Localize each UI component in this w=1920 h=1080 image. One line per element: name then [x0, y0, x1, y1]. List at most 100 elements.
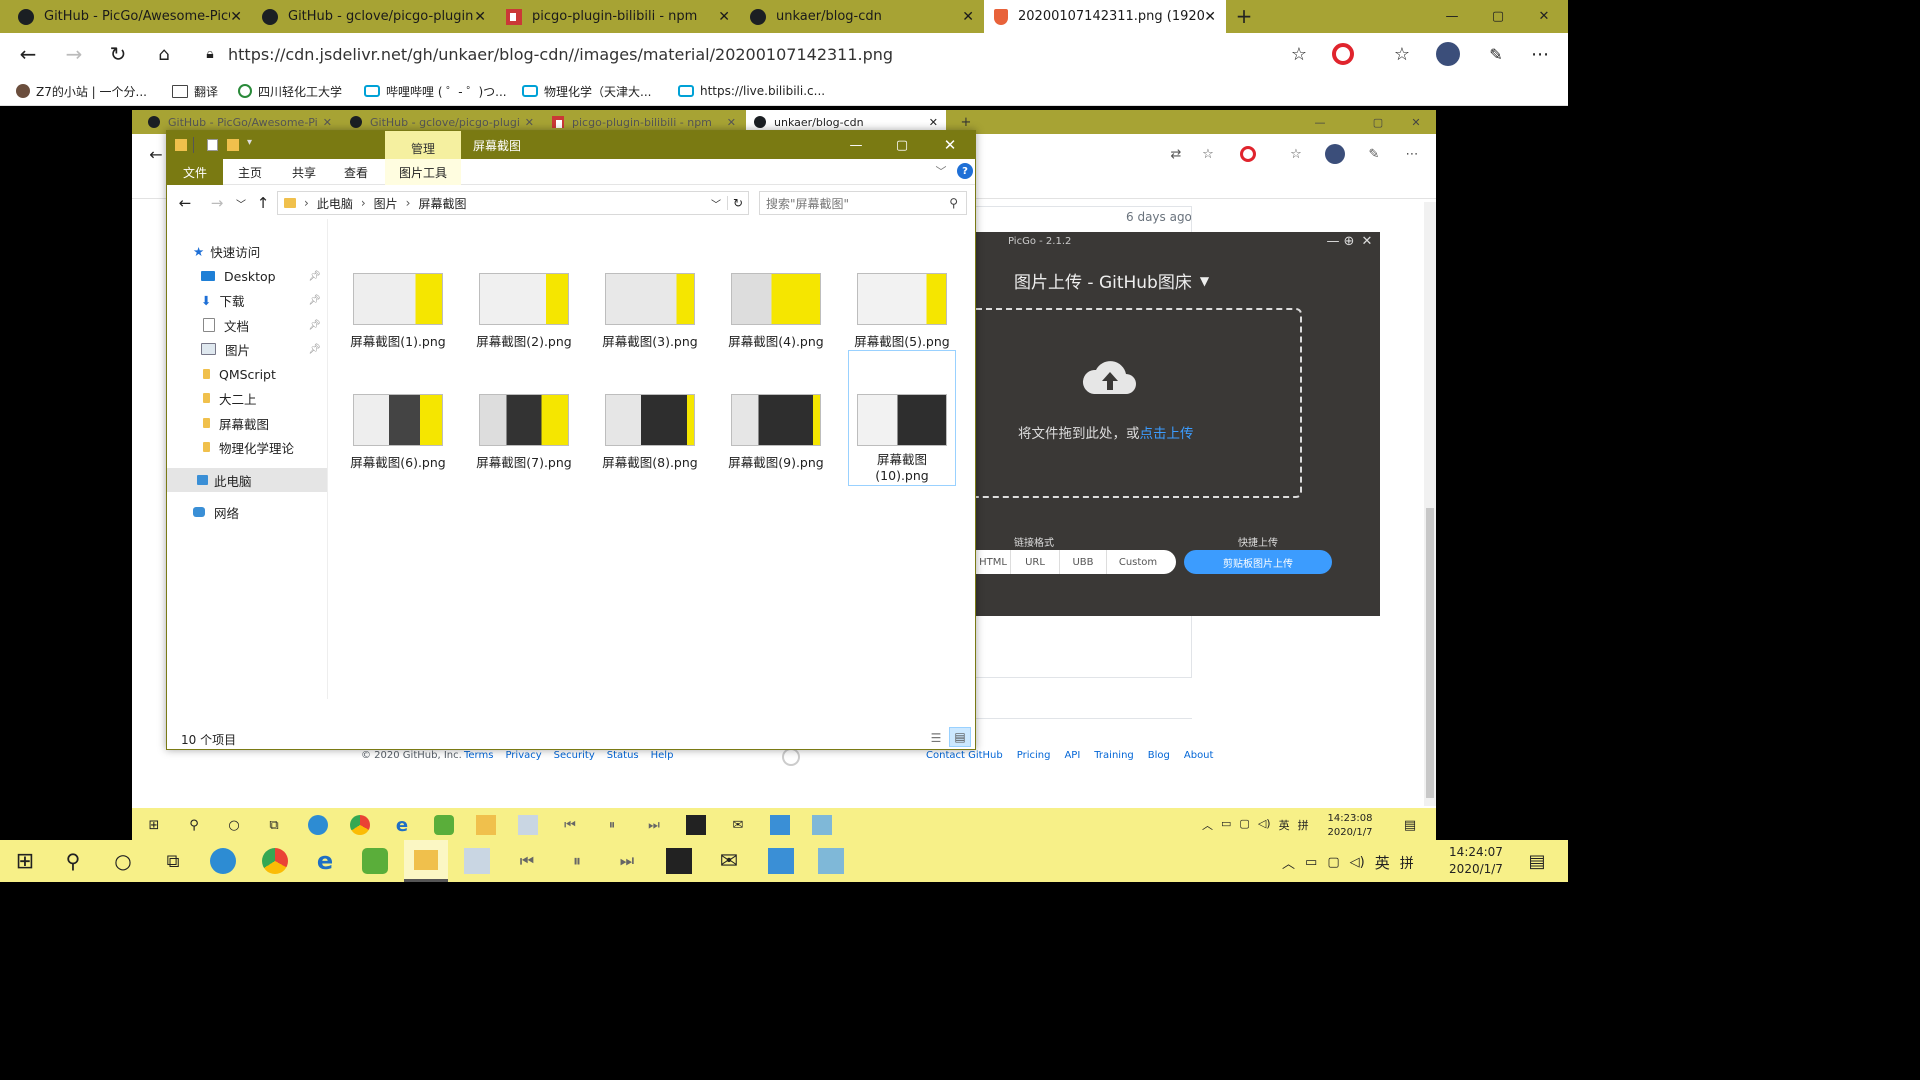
up-icon[interactable]: ↑ — [253, 193, 273, 213]
address-box[interactable]: 🔒︎ https://cdn.jsdelivr.net/gh/unkaer/bl… — [192, 38, 1316, 70]
cortana-icon[interactable]: ○ — [110, 848, 136, 874]
more-icon[interactable]: ⋯ — [1528, 42, 1552, 66]
favorite-star-icon[interactable]: ☆ — [1282, 44, 1316, 65]
sidebar-item-network[interactable]: 网络 — [167, 500, 327, 524]
chevron-up-icon[interactable]: ︿ — [1282, 853, 1295, 872]
forward-icon[interactable]: → — [207, 193, 227, 213]
pin-icon[interactable]: 📌︎ — [308, 271, 321, 282]
favorite-item[interactable]: 四川轻化工大学 — [238, 81, 342, 101]
minimize-icon[interactable]: — — [839, 131, 873, 159]
clipboard-upload-button[interactable]: 剪贴板图片上传 — [1184, 550, 1332, 574]
file-item[interactable]: 屏幕截图(6).png — [350, 394, 446, 471]
format-html-button[interactable]: HTML — [976, 550, 1011, 574]
pin-icon[interactable]: ⊕ — [1342, 234, 1356, 249]
file-item[interactable]: 屏幕截图(7).png — [476, 394, 572, 471]
close-icon[interactable]: ✕ — [1360, 234, 1374, 249]
close-icon[interactable]: ✕ — [474, 9, 486, 25]
sidebar-item-downloads[interactable]: ⬇ 下载 📌︎ — [167, 288, 327, 312]
app-icon[interactable] — [818, 848, 844, 874]
file-explorer-taskbar-button[interactable] — [404, 840, 448, 882]
sidebar-item-pictures[interactable]: 图片 📌︎ — [167, 337, 327, 361]
browser-tab[interactable]: unkaer/blog-cdn ✕ — [740, 0, 984, 33]
favorite-item[interactable]: Z7的小站 | 一个分... — [16, 81, 147, 101]
sidebar-item-documents[interactable]: 文档 📌︎ — [167, 313, 327, 337]
tab-share[interactable]: 共享 — [279, 159, 329, 185]
minimize-icon[interactable]: — — [1440, 4, 1464, 28]
file-item[interactable]: 屏幕截图(2).png — [476, 273, 572, 350]
edge-legacy-icon[interactable]: e — [312, 847, 338, 875]
close-window-icon[interactable]: ✕ — [1532, 4, 1556, 28]
new-folder-icon[interactable] — [227, 139, 239, 151]
file-item[interactable]: 屏幕截图(8).png — [602, 394, 698, 471]
tab-file[interactable]: 文件 — [167, 159, 223, 185]
favorites-list-icon[interactable]: ☆ — [1390, 42, 1414, 66]
chrome-icon[interactable] — [262, 848, 288, 874]
search-icon[interactable]: ⚲ — [60, 848, 86, 874]
back-icon[interactable]: ← — [16, 42, 40, 66]
network-icon[interactable]: ▢ — [1327, 855, 1339, 870]
minimize-icon[interactable]: — — [1326, 234, 1340, 249]
store-icon[interactable] — [666, 848, 692, 874]
format-ubb-button[interactable]: UBB — [1060, 550, 1107, 574]
windows-start-icon[interactable]: ⊞ — [12, 848, 38, 874]
tab-view[interactable]: 查看 — [333, 159, 379, 185]
sidebar-item-desktop[interactable]: Desktop 📌︎ — [167, 264, 327, 288]
edge-beta-icon[interactable] — [210, 848, 236, 874]
pin-icon[interactable]: 📌︎ — [308, 320, 321, 331]
pause-icon[interactable]: ⏸ — [564, 848, 590, 874]
properties-icon[interactable] — [207, 139, 218, 151]
quick-access-dropdown-icon[interactable]: ▾ — [247, 137, 252, 148]
battery-icon[interactable]: ▭ — [1305, 855, 1317, 870]
maximize-icon[interactable]: ▢ — [1486, 4, 1510, 28]
favorite-item[interactable]: 翻译 — [172, 81, 218, 101]
sidebar-item-sophomore[interactable]: 大二上 — [167, 386, 327, 410]
close-icon[interactable]: ✕ — [718, 9, 730, 25]
app-icon[interactable] — [362, 848, 388, 874]
refresh-icon[interactable]: ↻ — [106, 42, 130, 66]
maximize-icon[interactable]: ▢ — [885, 131, 919, 159]
favorite-item[interactable]: https://live.bilibili.c... — [678, 81, 825, 101]
forward-icon[interactable]: → — [62, 42, 86, 66]
url-text[interactable]: https://cdn.jsdelivr.net/gh/unkaer/blog-… — [228, 45, 893, 64]
new-tab-icon[interactable]: + — [1232, 4, 1256, 28]
browser-tab[interactable]: GitHub - gclove/picgo-plugin-su ✕ — [252, 0, 496, 33]
close-icon[interactable]: ✕ — [230, 9, 242, 25]
chevron-down-icon[interactable]: ﹀ — [711, 196, 721, 211]
feedback-icon[interactable]: ✎ — [1484, 42, 1508, 66]
expand-ribbon-icon[interactable]: ﹀ — [933, 163, 949, 179]
favorite-item[interactable]: 哔哩哔哩 ( ゜- ゜)つ... — [364, 81, 507, 101]
sidebar-item-physical-chemistry[interactable]: 物理化学理论 — [167, 435, 327, 459]
sidebar-item-screenshots[interactable]: 屏幕截图 — [167, 411, 327, 435]
file-item[interactable]: 屏幕截图(9).png — [728, 394, 824, 471]
search-input[interactable]: 搜索"屏幕截图" — [766, 195, 849, 212]
close-window-icon[interactable]: ✕ — [933, 131, 967, 159]
address-bar[interactable]: › 此电脑 › 图片 › 屏幕截图 ﹀ ↻ — [277, 191, 749, 215]
clock[interactable]: 14:24:07 2020/1/7 — [1440, 844, 1512, 878]
picbed-selector[interactable]: 图片上传 - GitHub图床 ▼ — [1014, 268, 1209, 293]
notification-icon[interactable]: ▤ — [1524, 848, 1550, 874]
sidebar-item-this-pc[interactable]: 此电脑 — [167, 468, 327, 492]
large-icons-view-icon[interactable]: ▤ — [949, 727, 971, 747]
upload-dropzone[interactable]: 将文件拖到此处，或点击上传 — [976, 308, 1302, 498]
app-icon[interactable] — [768, 848, 794, 874]
home-icon[interactable]: ⌂ — [152, 42, 176, 66]
back-icon[interactable]: ← — [175, 193, 195, 213]
breadcrumb-item[interactable]: 屏幕截图 — [418, 195, 466, 212]
click-upload-link[interactable]: 点击上传 — [1140, 426, 1194, 442]
ime-indicator[interactable]: 拼 — [1400, 853, 1414, 873]
breadcrumb-item[interactable]: 图片 — [374, 195, 398, 212]
file-item-selected[interactable]: 屏幕截图 (10).png — [848, 350, 956, 486]
next-track-icon[interactable]: ⏭ — [614, 848, 640, 874]
file-item[interactable]: 屏幕截图(1).png — [350, 273, 446, 350]
browser-tab[interactable]: picgo-plugin-bilibili - npm ✕ — [496, 0, 740, 33]
avatar[interactable] — [1436, 42, 1460, 66]
format-url-button[interactable]: URL — [1011, 550, 1060, 574]
manage-contextual-tab[interactable]: 管理 — [385, 131, 461, 159]
sidebar-item-quick-access[interactable]: ★ 快速访问 — [167, 239, 327, 263]
file-item[interactable]: 屏幕截图(3).png — [602, 273, 698, 350]
photos-icon[interactable] — [464, 848, 490, 874]
tab-home[interactable]: 主页 — [227, 159, 273, 185]
format-custom-button[interactable]: Custom — [1107, 550, 1169, 574]
file-item[interactable]: 屏幕截图(5).png — [854, 273, 950, 350]
breadcrumb-item[interactable]: 此电脑 — [317, 195, 353, 212]
